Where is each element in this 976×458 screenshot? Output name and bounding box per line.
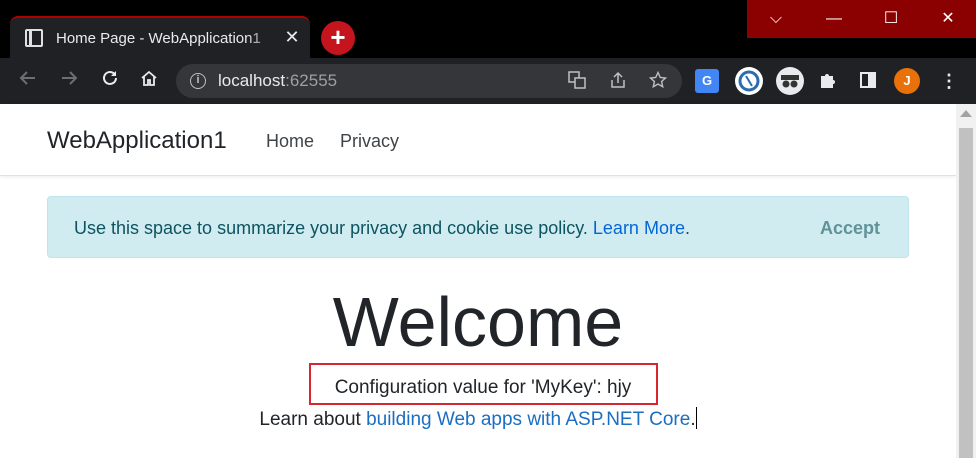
cookie-consent-alert: Use this space to summarize your privacy… (47, 196, 909, 258)
browser-titlebar: Home Page - WebApplication1 ✕ + ⌵ — ☐ ✕ (0, 0, 976, 58)
puzzle-icon[interactable] (815, 68, 841, 94)
forward-icon[interactable] (56, 68, 82, 94)
url-text[interactable]: localhost:62555 (218, 71, 337, 91)
cookie-message: Use this space to summarize your privacy… (74, 218, 690, 238)
star-icon[interactable] (648, 70, 668, 91)
extension-icon[interactable] (735, 67, 763, 95)
reload-icon[interactable] (97, 68, 123, 94)
nav-home-link[interactable]: Home (266, 131, 314, 152)
page-favicon-icon (25, 29, 43, 47)
new-tab-button[interactable]: + (321, 21, 355, 55)
maximize-button[interactable]: ☐ (862, 0, 920, 38)
more-icon[interactable]: ⋮ (936, 68, 962, 94)
close-window-button[interactable]: ✕ (919, 0, 976, 38)
google-translate-icon[interactable]: G (695, 69, 719, 93)
tab-title: Home Page - WebApplication1 (56, 30, 261, 47)
profile-icon[interactable]: J (894, 68, 920, 94)
site-navbar: WebApplication1 Home Privacy (0, 104, 956, 176)
scroll-up-icon[interactable] (960, 110, 972, 117)
translate-icon[interactable] (567, 71, 587, 91)
brand-link[interactable]: WebApplication1 (47, 127, 227, 155)
nav-privacy-link[interactable]: Privacy (340, 131, 399, 152)
share-icon[interactable] (608, 71, 628, 91)
info-icon[interactable]: i (190, 73, 206, 89)
welcome-heading: Welcome (332, 283, 624, 361)
learn-about-text: Learn about building Web apps with ASP.N… (259, 407, 697, 430)
aspnet-core-link[interactable]: building Web apps with ASP.NET Core (366, 409, 690, 430)
config-value-text: Configuration value for 'MyKey': hjy (334, 377, 632, 398)
browser-tab[interactable]: Home Page - WebApplication1 ✕ (10, 16, 310, 58)
browser-toolbar: i localhost:62555 G J ⋮ (0, 58, 976, 104)
scroll-thumb[interactable] (959, 128, 973, 458)
page-scrollbar[interactable] (956, 104, 976, 458)
text-cursor (695, 407, 697, 429)
tab-close-icon[interactable]: ✕ (282, 27, 302, 48)
web-page: WebApplication1 Home Privacy Use this sp… (0, 104, 976, 458)
incognito-icon[interactable] (776, 67, 804, 95)
back-icon[interactable] (15, 68, 41, 94)
sidepanel-icon[interactable] (855, 68, 881, 94)
minimize-button[interactable]: — (805, 0, 863, 38)
accept-button[interactable]: Accept (820, 218, 880, 239)
address-bar[interactable]: i localhost:62555 (176, 64, 682, 98)
tab-search-dropdown-icon[interactable]: ⌵ (747, 0, 805, 38)
learn-more-link[interactable]: Learn More (593, 218, 685, 238)
home-icon[interactable] (136, 68, 162, 94)
